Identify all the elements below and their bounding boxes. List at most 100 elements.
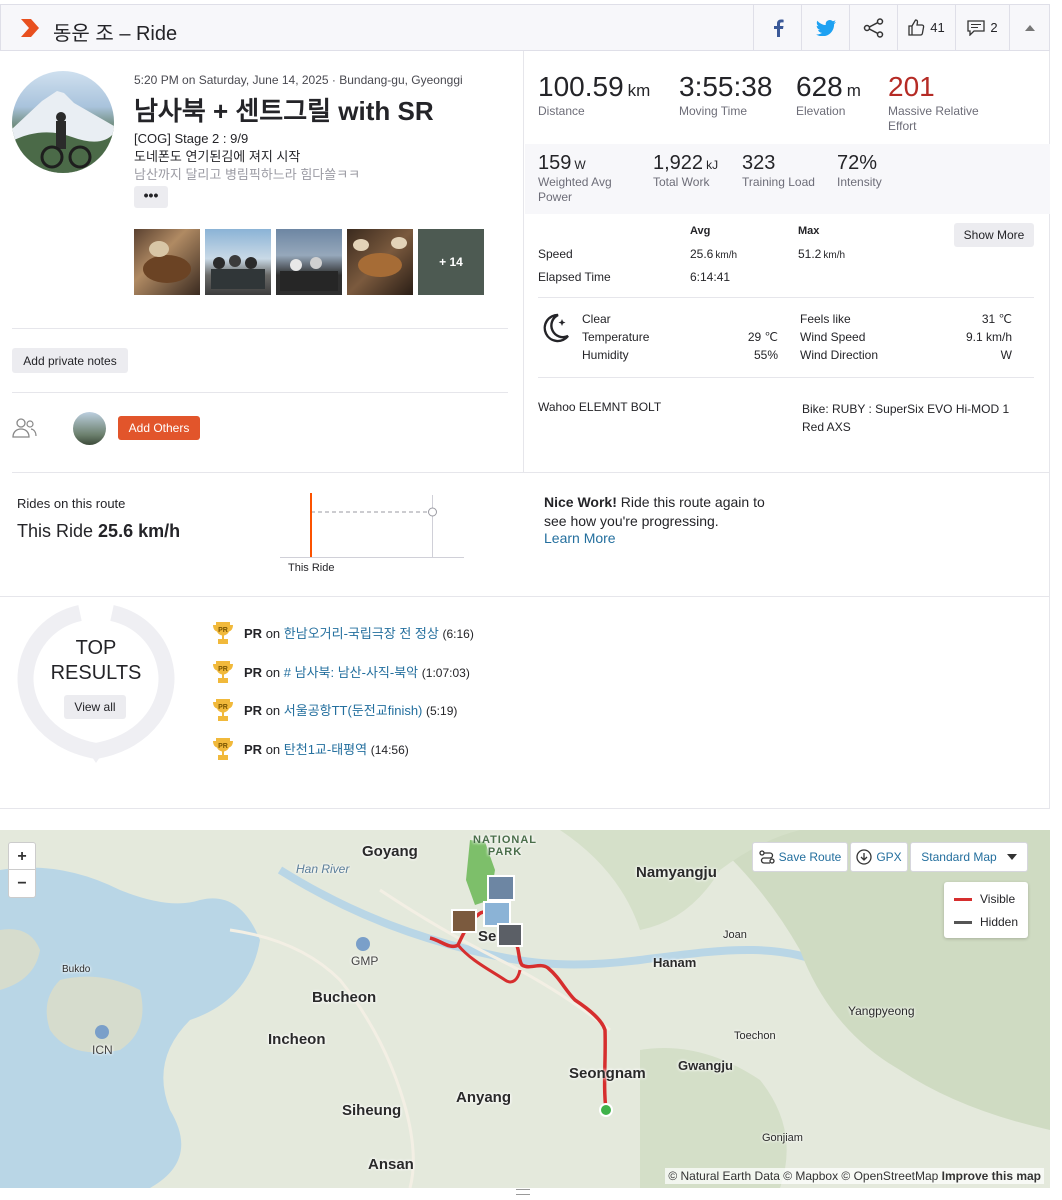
top-results-title: TOP RESULTS <box>36 636 156 686</box>
segment-link[interactable]: 서울공항TT(둔전교finish) <box>284 703 423 718</box>
legend-visible-label: Visible <box>980 892 1016 906</box>
map-type-select[interactable]: Standard Map <box>910 842 1028 872</box>
distance-label: Distance <box>538 104 585 118</box>
segment-link[interactable]: 탄천1교-태평역 <box>284 742 367 757</box>
photo-thumbnail[interactable] <box>134 229 200 295</box>
activity-header: 동운 조 – Ride 41 2 <box>0 4 1050 51</box>
activity-info-panel: 5:20 PM on Saturday, June 14, 2025 · Bun… <box>0 51 524 473</box>
gpx-button[interactable]: GPX <box>850 842 908 872</box>
power-value: 159 <box>538 152 572 174</box>
collapse-button[interactable] <box>1009 5 1050 50</box>
map-label: GMP <box>351 954 379 968</box>
map-label: Ansan <box>368 1156 414 1173</box>
pr-badge: PR <box>244 742 263 757</box>
zoom-controls: + − <box>8 842 36 898</box>
route-icon <box>758 850 775 864</box>
temperature-label: Temperature <box>582 330 650 344</box>
add-private-notes-button[interactable]: Add private notes <box>12 348 128 373</box>
power-stat: 159 W <box>538 152 586 175</box>
pr-result-item: PR on 한남오거리-국립극장 전 정상 (6:16) <box>244 623 474 642</box>
pr-trophy-icon: PR <box>213 738 233 760</box>
map-photo-marker[interactable] <box>487 875 515 901</box>
svg-text:PR: PR <box>218 743 228 750</box>
map-photo-marker[interactable] <box>451 909 477 933</box>
legend-visible: Visible <box>954 892 1015 906</box>
caret-up-icon <box>1025 24 1035 31</box>
route-map[interactable]: NATIONAL PARK Goyang Han River Namyangju … <box>0 830 1050 1188</box>
attribution-text[interactable]: © Natural Earth Data © Mapbox © OpenStre… <box>668 1169 941 1183</box>
show-more-button[interactable]: Show More <box>954 223 1034 247</box>
athlete-avatar[interactable] <box>12 71 114 173</box>
avg-header: Avg <box>690 225 711 237</box>
bike-name[interactable]: Bike: RUBY : SuperSix EVO Hi-MOD 1 Red A… <box>802 400 1032 436</box>
distance-stat: 100.59 km <box>538 71 650 103</box>
weather-condition: Clear <box>582 312 611 326</box>
map-label: Goyang <box>362 843 418 860</box>
map-label: ICN <box>92 1043 113 1057</box>
download-icon <box>856 849 872 865</box>
improve-map-link[interactable]: Improve this map <box>942 1169 1041 1183</box>
work-value: 1,922 <box>653 152 704 174</box>
more-description-button[interactable]: ••• <box>134 186 168 208</box>
map-label: Seongnam <box>569 1065 646 1082</box>
view-all-button[interactable]: View all <box>64 695 126 719</box>
zoom-out-button[interactable]: − <box>9 870 35 897</box>
save-route-button[interactable]: Save Route <box>752 842 848 872</box>
map-photo-marker[interactable] <box>497 923 523 947</box>
feels-like-label: Feels like <box>800 312 851 326</box>
description-line: [COG] Stage 2 : 9/9 <box>134 131 249 146</box>
elevation-value: 628 <box>796 71 843 102</box>
svg-text:PR: PR <box>218 666 228 673</box>
share-button[interactable] <box>849 5 897 50</box>
map-label-part: PARK <box>487 846 523 858</box>
learn-more-link[interactable]: Learn More <box>544 530 616 546</box>
pr-result-item: PR on # 남사북: 남산-사직-북악 (1:07:03) <box>244 662 470 681</box>
speed-max: 51.2 km/h <box>798 247 845 261</box>
segment-link[interactable]: 한남오거리-국립극장 전 정상 <box>284 626 439 641</box>
photo-thumbnail[interactable] <box>276 229 342 295</box>
strava-chevron-icon <box>21 19 39 37</box>
more-photos-button[interactable]: + 14 <box>418 229 484 295</box>
twitter-icon <box>815 19 836 36</box>
route-start-marker[interactable] <box>599 1103 613 1117</box>
athlete-avatar-small[interactable] <box>73 412 106 445</box>
pr-on: on <box>265 665 281 680</box>
map-label: Yangpyeong <box>848 1004 915 1018</box>
training-load-label: Training Load <box>742 175 815 189</box>
resize-handle[interactable] <box>516 1189 530 1195</box>
comments-button[interactable]: 2 <box>955 5 1009 50</box>
gpx-label: GPX <box>876 850 902 864</box>
photo-dinner <box>353 237 407 277</box>
photo-thumbnail[interactable] <box>205 229 271 295</box>
thumbs-up-icon <box>908 19 925 36</box>
twitter-share-button[interactable] <box>801 5 849 50</box>
pr-on: on <box>265 742 281 757</box>
group-icon <box>12 418 37 438</box>
humidity-value: 55% <box>753 348 778 362</box>
speed-label: Speed <box>538 247 573 261</box>
zoom-in-button[interactable]: + <box>9 843 35 870</box>
photo-thumbnail[interactable] <box>347 229 413 295</box>
map-label: Se <box>478 928 497 945</box>
add-others-button[interactable]: Add Others <box>118 416 200 440</box>
power-unit: W <box>574 158 586 172</box>
map-label: Bucheon <box>312 989 377 1006</box>
photo-food <box>143 241 191 283</box>
pr-trophy-icon: PR <box>213 622 233 644</box>
route-compare-label: Rides on this route <box>17 496 126 511</box>
device-name: Wahoo ELEMNT BOLT <box>538 400 662 414</box>
wind-speed-value: 9.1 km/h <box>965 330 1012 344</box>
map-photo-marker[interactable] <box>483 901 511 927</box>
divider <box>0 596 1050 597</box>
legend-hidden: Hidden <box>954 915 1018 929</box>
pr-trophy-icon: PR <box>213 661 233 683</box>
elapsed-time-label: Elapsed Time <box>538 270 611 284</box>
comment-icon <box>967 19 986 36</box>
relative-effort-value[interactable]: 201 <box>888 71 935 103</box>
facebook-share-button[interactable] <box>753 5 801 50</box>
pr-result-item: PR on 서울공항TT(둔전교finish) (5:19) <box>244 700 457 719</box>
max-header: Max <box>798 225 820 237</box>
share-icon <box>863 17 883 38</box>
kudos-button[interactable]: 41 <box>897 5 955 50</box>
segment-link[interactable]: # 남사북: 남산-사직-북악 <box>284 665 418 680</box>
